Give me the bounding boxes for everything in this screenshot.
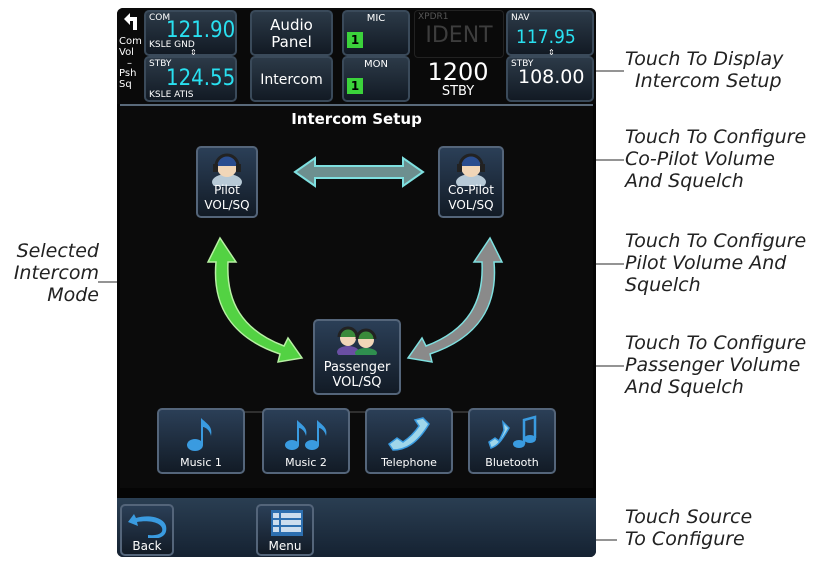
nav-label: NAV <box>511 13 530 23</box>
mic-button[interactable]: MIC 1 <box>342 10 410 56</box>
source-telephone-button[interactable]: Telephone <box>365 408 453 474</box>
com-standby-button[interactable]: STBY 124.55 KSLE ATIS <box>144 56 237 102</box>
callout-line: Intercom <box>13 262 99 284</box>
mic-value: 1 <box>347 32 363 48</box>
callout-pilot: Touch To Configure Pilot Volume And Sque… <box>625 230 806 296</box>
callout-copilot: Touch To Configure Co-Pilot Volume And S… <box>625 126 806 192</box>
audio-line2: Panel <box>271 33 312 51</box>
intercom-button[interactable]: Intercom <box>250 56 333 102</box>
pilot-headset-icon <box>212 153 242 190</box>
callout-line: Mode <box>47 284 99 306</box>
callout-line: Touch To Configure <box>625 230 807 252</box>
menu-label: Menu <box>268 539 302 553</box>
callout-line: Touch Source <box>625 506 753 528</box>
callout-line: Intercom Setup <box>635 70 782 92</box>
copilot-vol-sq-button[interactable]: Co-Pilot VOL/SQ <box>438 146 504 218</box>
back-button[interactable]: Back <box>120 504 174 556</box>
callout-line: Co-Pilot Volume <box>625 148 775 170</box>
pilot-vol-sq-button[interactable]: Pilot VOL/SQ <box>196 146 258 218</box>
xpdr-code: 1200 <box>427 58 489 86</box>
com-vol-label: Com Vol <box>119 36 142 58</box>
return-arrow-icon[interactable] <box>119 10 141 32</box>
callout-line: Selected <box>16 240 99 262</box>
intercom-label: Intercom <box>260 72 323 88</box>
copilot-passenger-arrow <box>406 236 504 363</box>
music-notes-icon <box>285 420 327 450</box>
callout-passenger: Touch To Configure Passenger Volume And … <box>625 332 806 398</box>
back-label: Back <box>132 539 162 553</box>
source-label: Music 2 <box>285 456 327 469</box>
top-bar: Com Vol – Psh Sq COM 121.90 KSLE GND ⇕ S… <box>117 8 596 104</box>
passenger-line2: VOL/SQ <box>332 375 382 390</box>
mon-value: 1 <box>347 78 363 94</box>
source-label: Telephone <box>381 456 437 469</box>
callout-line: Squelch <box>625 274 701 296</box>
com-active-id: KSLE GND <box>149 40 195 50</box>
pilot-line2: VOL/SQ <box>204 198 250 212</box>
passenger-line1: Passenger <box>323 360 391 375</box>
xpdr-ident-button[interactable]: XPDR1 IDENT <box>414 10 504 58</box>
audio-line1: Audio <box>270 16 313 34</box>
pilot-copilot-arrow <box>293 156 425 188</box>
source-label: Music 1 <box>180 456 222 469</box>
com-stby-freq: 124.55 <box>166 66 236 91</box>
mon-label: MON <box>364 59 388 70</box>
mon-button[interactable]: MON 1 <box>342 56 410 102</box>
back-arrow-icon <box>128 514 167 538</box>
com-active-button[interactable]: COM 121.90 KSLE GND ⇕ <box>144 10 237 57</box>
callout-source: Touch Source To Configure <box>625 506 752 550</box>
source-bluetooth-button[interactable]: Bluetooth <box>468 408 556 474</box>
nav-active-button[interactable]: NAV 117.95 ⇕ <box>506 10 594 57</box>
nav-stby-freq: 108.00 <box>518 66 585 88</box>
callout-intercom: Touch To Display Intercom Setup <box>625 48 783 92</box>
gtn-screen: Com Vol – Psh Sq COM 121.90 KSLE GND ⇕ S… <box>117 8 596 557</box>
telephone-icon <box>387 417 430 451</box>
bluetooth-phone-icon <box>488 415 537 449</box>
passenger-vol-sq-button[interactable]: Passenger VOL/SQ <box>313 319 401 395</box>
copilot-headset-icon <box>456 153 486 190</box>
callout-line: Touch To Configure <box>625 126 807 148</box>
menu-button[interactable]: Menu <box>256 504 314 556</box>
audio-panel-button[interactable]: Audio Panel <box>250 10 333 56</box>
callout-line: To Configure <box>625 528 745 550</box>
callout-line: And Squelch <box>625 170 744 192</box>
copilot-line1: Co-Pilot <box>448 183 494 197</box>
xpdr-code-button[interactable]: 1200 STBY <box>414 56 502 102</box>
pilot-passenger-arrow <box>206 236 304 363</box>
pilot-line1: Pilot <box>214 183 240 197</box>
callout-line: Touch To Configure <box>625 332 807 354</box>
bottom-bar <box>117 498 596 557</box>
xpdr-label: XPDR1 <box>418 12 449 22</box>
mic-label: MIC <box>366 13 386 24</box>
callout-line: Pilot Volume And <box>625 252 787 274</box>
xpdr-ident: IDENT <box>425 23 493 48</box>
menu-list-icon <box>271 510 303 536</box>
nav-active-freq: 117.95 <box>516 26 576 48</box>
passengers-headset-icon <box>337 326 377 358</box>
nav-standby-button[interactable]: STBY 108.00 <box>506 56 594 102</box>
xpdr-mode: STBY <box>441 84 475 99</box>
copilot-line2: VOL/SQ <box>448 198 494 212</box>
callout-line: Passenger Volume <box>625 354 801 376</box>
music-note-icon <box>187 418 212 451</box>
psh-sq-label: Psh Sq <box>119 68 137 90</box>
source-music1-button[interactable]: Music 1 <box>157 408 245 474</box>
source-music2-button[interactable]: Music 2 <box>262 408 350 474</box>
source-label: Bluetooth <box>485 456 539 469</box>
callout-selected-mode: Selected Intercom Mode <box>5 240 99 306</box>
com-stby-id: KSLE ATIS <box>149 90 194 100</box>
callout-line: And Squelch <box>625 376 744 398</box>
callout-line: Touch To Display <box>625 48 784 70</box>
